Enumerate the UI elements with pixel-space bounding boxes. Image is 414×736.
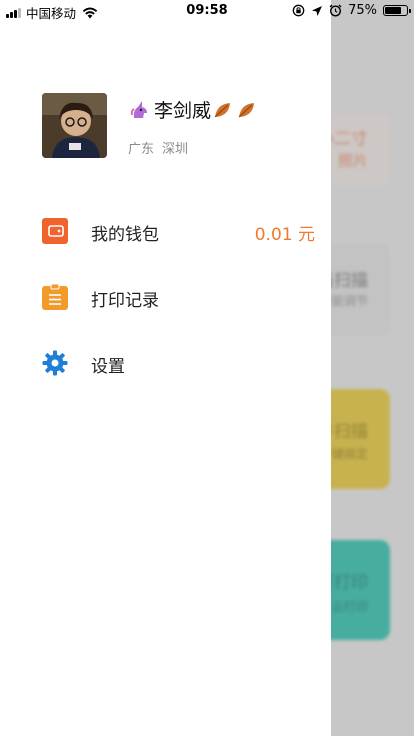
battery-icon [383,5,411,16]
side-drawer: 李剑威 广东 深圳 我的钱包 0.01 元 打印记录 设置 [0,0,331,736]
unicorn-icon [130,100,147,118]
leaf-icon [214,102,231,117]
menu-item-wallet[interactable]: 我的钱包 0.01 元 [0,208,331,258]
gear-icon [42,350,68,376]
rotation-lock-icon [292,4,305,17]
profile-name-row[interactable]: 李剑威 [128,96,259,123]
battery-percent: 75% [348,3,377,18]
profile-region: 广东 深圳 [128,138,188,157]
profile-name: 李剑威 [154,100,212,122]
menu-item-settings[interactable]: 设置 [0,340,331,390]
alarm-icon [329,4,342,17]
menu-label-wallet: 我的钱包 [91,225,159,245]
menu-label-settings: 设置 [91,357,125,377]
battery-fill [385,7,401,14]
region-province: 广东 [128,142,155,157]
region-city: 深圳 [162,142,189,157]
leaf-icon [238,102,255,117]
menu-label-print-history: 打印记录 [91,291,159,311]
wallet-balance: 0.01 元 [254,225,315,245]
wallet-icon [42,218,68,244]
status-bar: 中国移动 09:58 75% [0,0,414,22]
clipboard-icon [42,284,68,310]
menu-item-print-history[interactable]: 打印记录 [0,274,331,324]
avatar[interactable] [42,93,107,158]
location-icon [312,5,323,16]
